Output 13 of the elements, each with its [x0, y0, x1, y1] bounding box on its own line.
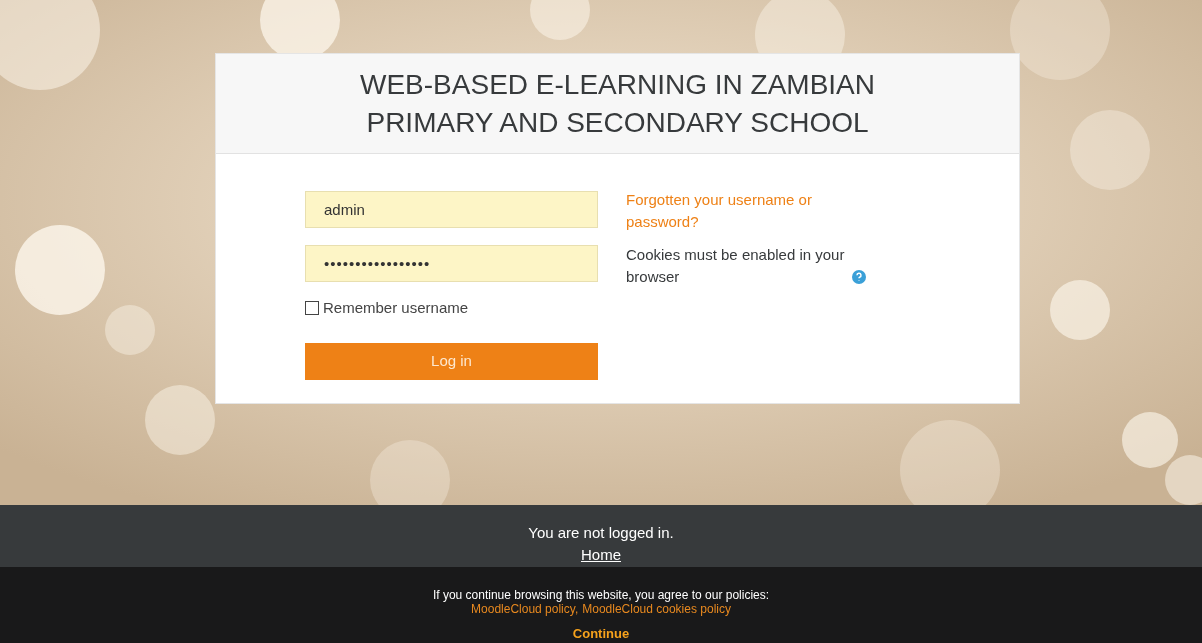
remember-checkbox[interactable] — [305, 301, 319, 316]
remember-label: Remember username — [323, 298, 469, 318]
policy-link[interactable]: MoodleCloud cookies policy — [582, 602, 731, 616]
cookies-note: Cookies must be enabled in your browser — [626, 245, 846, 287]
help-icon[interactable] — [852, 270, 866, 284]
footer-link[interactable]: Home — [581, 544, 621, 566]
username-field[interactable]: admin — [305, 191, 598, 228]
continue-button[interactable]: Continue — [572, 626, 630, 641]
site-title: WEB-BASED E-LEARNING IN ZAMBIAN PRIMARY AND SECONDARY SCHOOL — [359, 67, 876, 140]
login-status: You are not logged in. — [528, 523, 674, 543]
cookie-message: If you continue browsing this website, you agree to our policies: — [432, 588, 770, 602]
policy-link[interactable]: MoodleCloud policy — [471, 602, 575, 616]
password-field[interactable]: ••••••••••••••••• — [305, 245, 598, 282]
